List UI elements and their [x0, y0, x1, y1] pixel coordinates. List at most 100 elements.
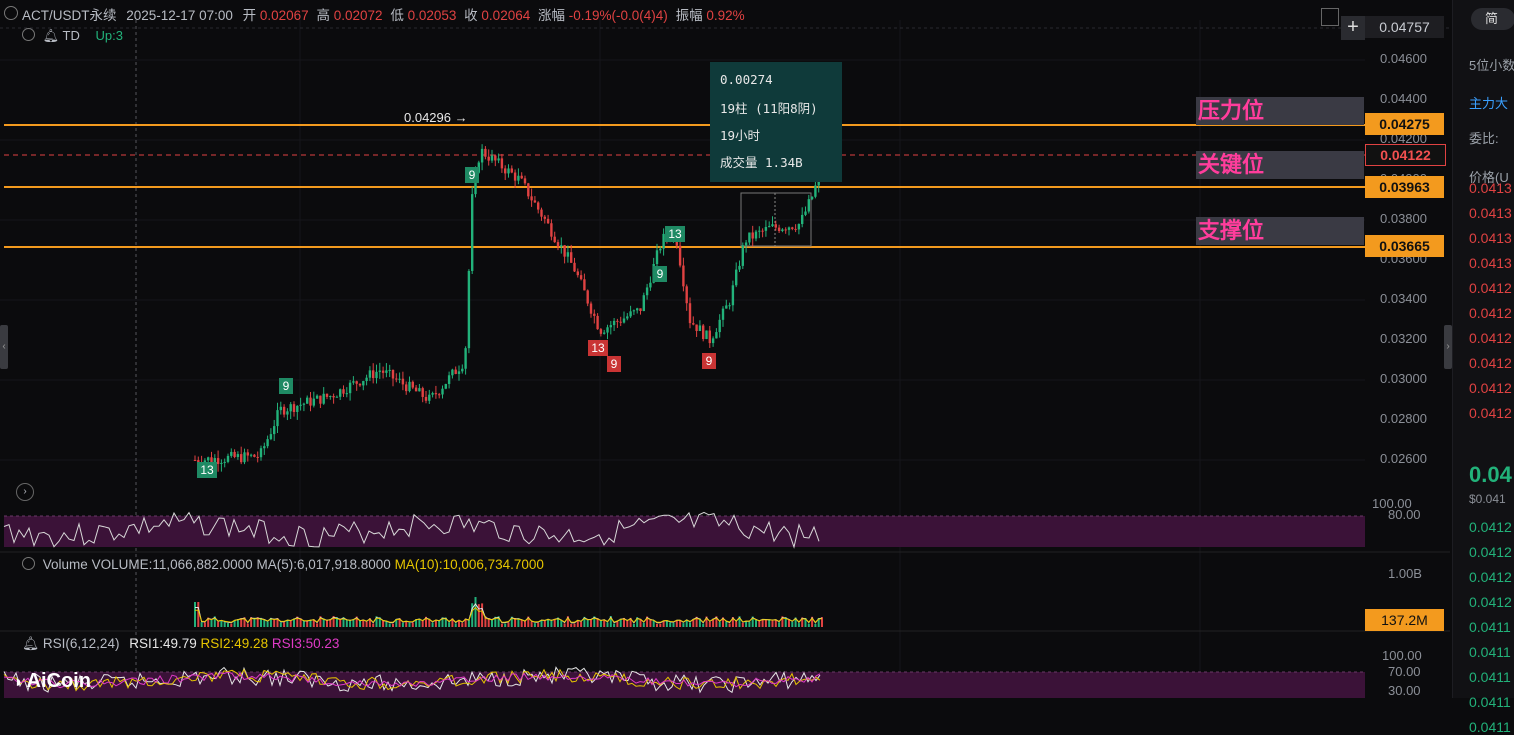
candle-body: [540, 209, 543, 217]
rsi-axis-100: 100.00: [1382, 648, 1422, 663]
info-toggle-icon[interactable]: [4, 6, 18, 20]
candle-body: [319, 395, 322, 404]
candle-body: [593, 313, 596, 316]
volume-bar: [735, 621, 738, 627]
volume-bar: [778, 622, 781, 627]
volume-bar: [365, 621, 368, 627]
candle-body: [599, 329, 603, 334]
candle-body: [761, 230, 764, 232]
collapse-icon[interactable]: ›: [16, 483, 34, 501]
td-count-label: 9: [469, 168, 476, 182]
candle-body: [451, 369, 454, 376]
orderbook-price[interactable]: 0.0412: [1469, 355, 1512, 371]
price-axis-tick: 0.02600: [1380, 451, 1427, 466]
orderbook-price[interactable]: 0.0411: [1469, 619, 1511, 635]
osc-axis-mid: 80.00: [1388, 507, 1421, 522]
orderbook-price[interactable]: 0.0412: [1469, 405, 1512, 421]
orderbook-price[interactable]: 0.0413: [1469, 205, 1512, 221]
eye-icon[interactable]: [22, 557, 35, 570]
candle-body: [269, 434, 273, 440]
symbol-name[interactable]: ACT/USDT永续: [22, 8, 117, 23]
add-icon[interactable]: +: [1341, 16, 1365, 40]
volume-bar: [563, 623, 566, 627]
candle-body: [467, 270, 471, 349]
volume-bar: [349, 620, 352, 627]
volume-bar: [200, 622, 203, 627]
candle-body: [603, 332, 606, 334]
orderbook-price[interactable]: 0.0412: [1469, 544, 1512, 560]
candle-body: [220, 462, 223, 464]
orderbook-price[interactable]: 0.0412: [1469, 569, 1512, 585]
indicator-name: TD: [62, 28, 80, 43]
orderbook-price[interactable]: 0.0412: [1469, 330, 1512, 346]
candle-body: [612, 320, 616, 326]
volume-bar: [438, 620, 441, 627]
bell-icon[interactable]: 🔔︎: [22, 636, 39, 651]
orderbook-price[interactable]: 0.0411: [1469, 694, 1511, 710]
language-toggle[interactable]: 简: [1471, 8, 1514, 30]
td-count-label: 13: [591, 341, 605, 355]
orderbook-price[interactable]: 0.0411: [1469, 644, 1511, 660]
volume-bar: [246, 623, 249, 627]
support-zone-label: 支撑位: [1196, 217, 1364, 245]
orderbook-price[interactable]: 0.0412: [1469, 305, 1512, 321]
candle-body: [751, 232, 754, 239]
candle-body: [471, 194, 474, 271]
fullscreen-icon[interactable]: [1321, 8, 1339, 26]
candle-body: [296, 405, 299, 412]
candle-body: [695, 324, 698, 331]
bell-icon[interactable]: 🔔︎: [43, 28, 60, 43]
orderbook-price[interactable]: 0.0412: [1469, 519, 1512, 535]
orderbook-price[interactable]: 0.0413: [1469, 255, 1512, 271]
rsi-label: RSI(6,12,24): [42, 636, 120, 651]
main-force-tab[interactable]: 主力大: [1469, 93, 1508, 112]
candle-body: [240, 454, 243, 463]
candle-body: [810, 196, 814, 200]
volume-bar: [507, 622, 510, 627]
candle-body: [355, 381, 358, 384]
candle-body: [550, 223, 553, 237]
volume-bar: [768, 619, 771, 627]
chart-panel[interactable]: 139913991399 ACT/USDT永续 2025-12-17 07:00…: [0, 0, 1452, 698]
volume-tag: 137.2M: [1365, 609, 1444, 631]
volume-bar: [421, 620, 424, 627]
rsi3-value: RSI3:50.23: [271, 636, 340, 651]
orderbook-price[interactable]: 0.0413: [1469, 180, 1512, 196]
td-count-label: 13: [668, 227, 682, 241]
volume-bar: [405, 621, 408, 627]
volume-bar: [203, 622, 206, 627]
td-indicator[interactable]: 🔔︎ TD Up:3: [22, 28, 123, 44]
orderbook-price[interactable]: 0.0411: [1469, 719, 1511, 735]
candle-body: [424, 396, 428, 401]
rsi-header: 🔔︎ RSI(6,12,24) RSI1:49.79 RSI2:49.28 RS…: [22, 636, 339, 652]
volume-bar: [758, 620, 761, 627]
candle-body: [372, 370, 375, 379]
candle-body: [223, 461, 226, 463]
current-price-tag: 0.04122: [1365, 144, 1446, 166]
change-label: 涨幅: [538, 8, 565, 23]
orderbook-price[interactable]: 0.0411: [1469, 669, 1511, 685]
orderbook-price[interactable]: 0.0412: [1469, 594, 1512, 610]
candle-body: [378, 370, 381, 372]
candle-body: [787, 227, 791, 230]
scroll-left-button[interactable]: ‹: [0, 325, 8, 369]
orderbook-price[interactable]: 0.0412: [1469, 280, 1512, 296]
bar-datetime: 2025-12-17 07:00: [126, 8, 233, 23]
volume-bar: [481, 603, 484, 627]
orderbook-price[interactable]: 0.0412: [1469, 380, 1512, 396]
eye-icon[interactable]: [22, 28, 35, 41]
candle-body: [339, 389, 342, 397]
volume-bar: [289, 620, 292, 627]
price-axis-tick: 0.03800: [1380, 211, 1427, 226]
candle-body: [636, 308, 639, 311]
candle-body: [249, 454, 253, 456]
pressure-zone-label: 压力位: [1196, 97, 1364, 125]
volume-bar: [401, 622, 404, 627]
scroll-right-button[interactable]: ›: [1444, 325, 1452, 369]
precision-select[interactable]: 5位小数: [1469, 55, 1514, 74]
candle-body: [698, 325, 702, 331]
orderbook-price[interactable]: 0.0413: [1469, 230, 1512, 246]
close-value: 0.02064: [481, 8, 531, 23]
volume-bar: [543, 620, 546, 627]
volume-bar: [210, 619, 213, 627]
